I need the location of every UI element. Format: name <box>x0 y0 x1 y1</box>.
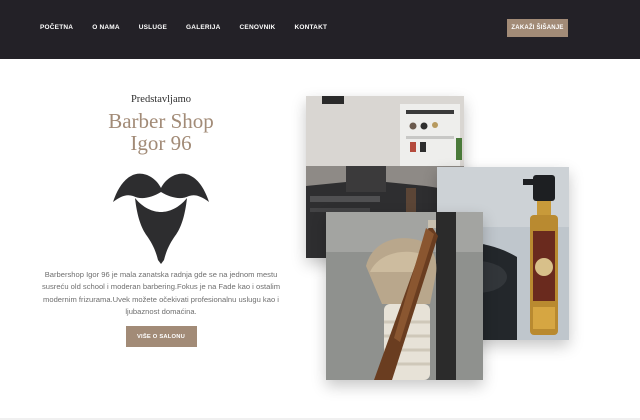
nav-item-o-nama[interactable]: O NAMA <box>92 24 120 31</box>
nav-item-galerija[interactable]: GALERIJA <box>186 24 220 31</box>
top-navbar: POČETNA O NAMA USLUGE GALERIJA CENOVNIK … <box>0 0 640 59</box>
intro-description: Barbershop Igor 96 je mala zanatska radn… <box>41 270 281 316</box>
nav-item-pocetna[interactable]: POČETNA <box>40 24 73 31</box>
nav-item-cenovnik[interactable]: CENOVNIK <box>240 24 276 31</box>
book-appointment-button[interactable]: ZAKAŽI ŠIŠANJE <box>507 19 568 37</box>
title-line-1: Barber Shop <box>108 109 214 133</box>
title-line-2: Igor 96 <box>130 131 192 155</box>
nav-item-kontakt[interactable]: KONTAKT <box>294 24 327 31</box>
intro-section: Predstavljamo Barber Shop Igor 96 Barber… <box>30 92 292 348</box>
intro-kicker: Predstavljamo <box>130 94 192 105</box>
about-salon-button[interactable]: VIŠE O SALONU <box>125 326 197 348</box>
main-nav: POČETNA O NAMA USLUGE GALERIJA CENOVNIK … <box>40 24 346 31</box>
page-title: Barber Shop Igor 96 <box>30 110 292 154</box>
nav-item-usluge[interactable]: USLUGE <box>139 24 167 31</box>
mustache-beard-icon <box>113 173 209 264</box>
shaving-brush-razor-photo <box>326 212 483 380</box>
